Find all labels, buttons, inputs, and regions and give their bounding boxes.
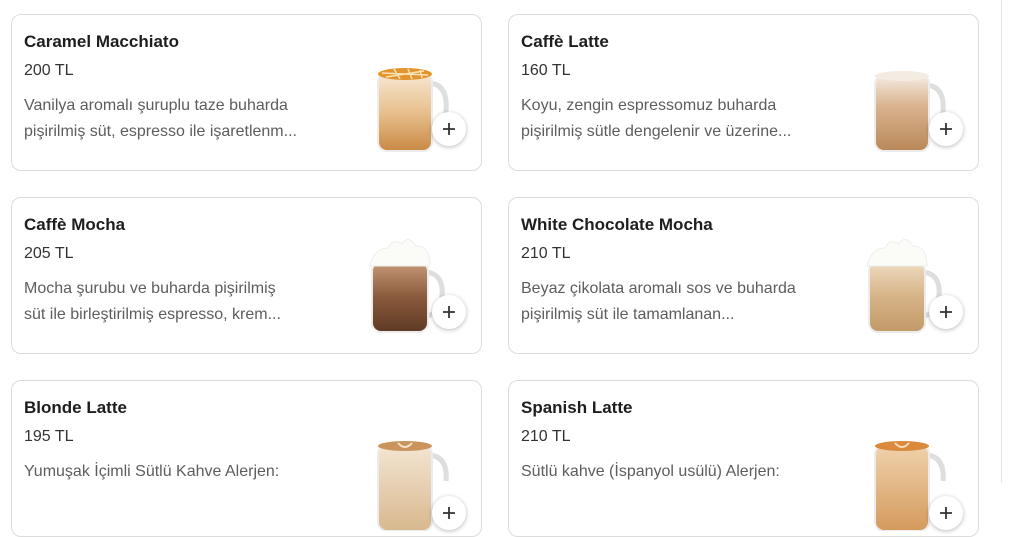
plus-icon [940, 123, 952, 135]
product-description: Mocha şurubu ve buharda pişirilmiş süt il… [24, 280, 281, 323]
add-to-cart-button[interactable] [432, 112, 466, 146]
product-price: 210 TL [521, 428, 571, 445]
product-name: Spanish Latte [521, 398, 633, 417]
product-card-white-chocolate-mocha[interactable]: White Chocolate Mocha 210 TL Beyaz çikol… [508, 197, 979, 354]
plus-icon [443, 507, 455, 519]
product-card-blonde-latte[interactable]: Blonde Latte 195 TL Yumuşak İçimli Sütlü… [11, 380, 482, 537]
product-price: 210 TL [521, 245, 571, 262]
product-description: Vanilya aromalı şuruplu taze buharda pişi… [24, 97, 297, 140]
product-description: Sütlü kahve (İspanyol usülü) Alerjen: [521, 463, 780, 480]
product-card-caramel-macchiato[interactable]: Caramel Macchiato 200 TL Vanilya aromalı… [11, 14, 482, 171]
scrollbar-track[interactable] [1001, 0, 1002, 483]
add-to-cart-button[interactable] [929, 112, 963, 146]
product-name: Caffè Latte [521, 32, 609, 51]
product-price: 200 TL [24, 62, 74, 79]
plus-icon [443, 306, 455, 318]
add-to-cart-button[interactable] [929, 496, 963, 530]
product-name: Blonde Latte [24, 398, 127, 417]
product-card-spanish-latte[interactable]: Spanish Latte 210 TL Sütlü kahve (İspany… [508, 380, 979, 537]
product-name: Caffè Mocha [24, 215, 126, 234]
product-description: Yumuşak İçimli Sütlü Kahve Alerjen: [24, 463, 280, 480]
product-price: 160 TL [521, 62, 571, 79]
product-card-caffe-latte[interactable]: Caffè Latte 160 TL Koyu, zengin espresso… [508, 14, 979, 171]
product-name: White Chocolate Mocha [521, 215, 713, 234]
add-to-cart-button[interactable] [929, 295, 963, 329]
add-to-cart-button[interactable] [432, 295, 466, 329]
plus-icon [443, 123, 455, 135]
product-name: Caramel Macchiato [24, 32, 179, 51]
product-price: 205 TL [24, 245, 74, 262]
add-to-cart-button[interactable] [432, 496, 466, 530]
product-card-caffe-mocha[interactable]: Caffè Mocha 205 TL Mocha şurubu ve buhar… [11, 197, 482, 354]
product-description: Koyu, zengin espressomuz buharda pişirilm… [521, 97, 792, 140]
plus-icon [940, 306, 952, 318]
product-price: 195 TL [24, 428, 74, 445]
product-description: Beyaz çikolata aromalı sos ve buharda piş… [521, 280, 796, 323]
plus-icon [940, 507, 952, 519]
